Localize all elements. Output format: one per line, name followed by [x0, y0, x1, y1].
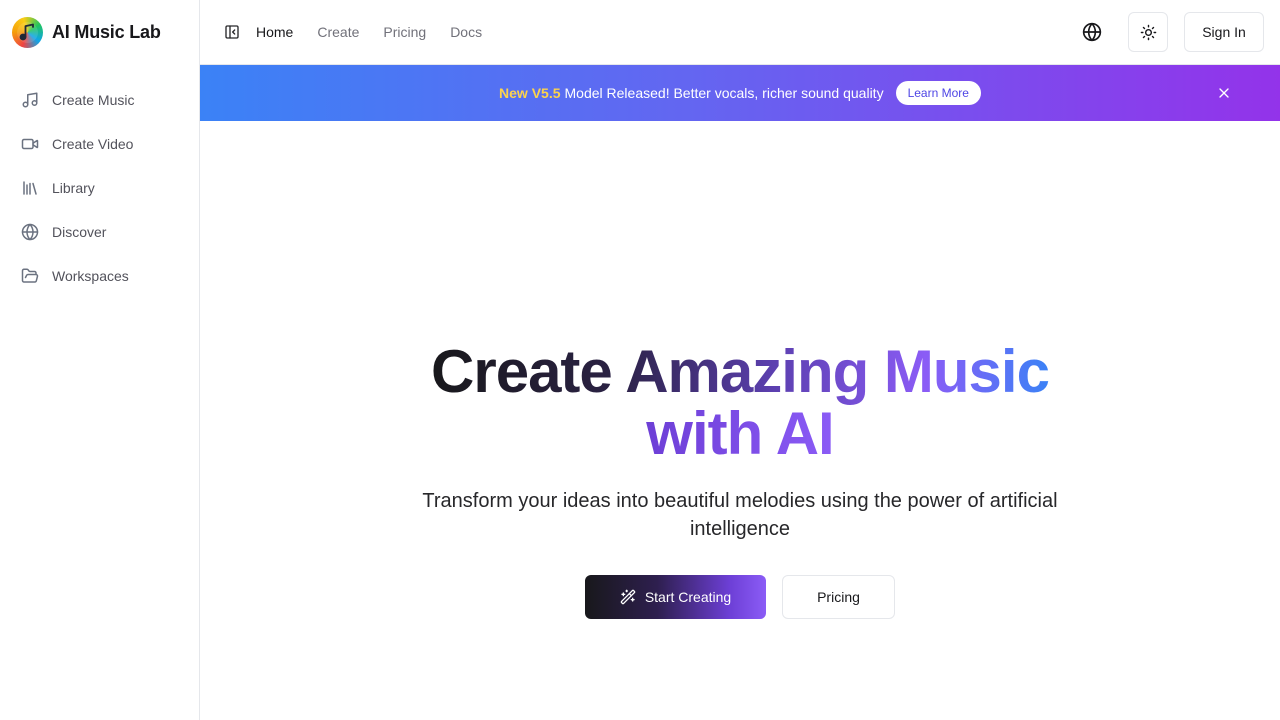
brand-name: AI Music Lab: [52, 21, 161, 42]
brand[interactable]: AI Music Lab: [12, 16, 161, 48]
nav-link-docs[interactable]: Docs: [450, 24, 482, 40]
globe-icon: [1082, 22, 1102, 42]
sign-in-button[interactable]: Sign In: [1184, 12, 1264, 52]
pricing-button[interactable]: Pricing: [782, 575, 895, 619]
close-icon[interactable]: [1216, 85, 1232, 101]
hero-section: Create Amazing Music with AI Transform y…: [200, 121, 1280, 720]
hero-title-line-1: Create Amazing Music: [431, 338, 1050, 405]
sidebar-toggle-icon[interactable]: [222, 22, 242, 42]
sidebar-item-label: Discover: [52, 224, 107, 240]
banner-message: New V5.5 Model Released! Better vocals, …: [499, 81, 981, 105]
theme-toggle-button[interactable]: [1128, 12, 1168, 52]
nav-link-create[interactable]: Create: [317, 24, 359, 40]
music-note-icon: [20, 90, 40, 110]
hero-subtitle: Transform your ideas into beautiful melo…: [422, 490, 1058, 540]
sidebar-item-label: Library: [52, 180, 95, 196]
learn-more-button[interactable]: Learn More: [895, 81, 981, 105]
nav-link-home[interactable]: Home: [256, 24, 293, 40]
sidebar-item-label: Workspaces: [52, 268, 129, 284]
cta-row: Start Creating Pricing: [200, 575, 1280, 619]
sidebar: AI Music Lab Create Music Create Video L…: [0, 0, 200, 720]
nav-link-pricing[interactable]: Pricing: [383, 24, 426, 40]
sidebar-item-create-music[interactable]: Create Music: [8, 78, 192, 122]
banner-highlight: New V5.5: [499, 85, 561, 101]
top-bar: Home Create Pricing Docs Sign In: [200, 0, 1280, 65]
magic-wand-icon: [620, 589, 636, 605]
brand-logo-icon: [12, 16, 43, 48]
sidebar-nav: Create Music Create Video Library Discov…: [8, 78, 192, 298]
sun-icon: [1140, 24, 1156, 40]
language-button[interactable]: [1072, 12, 1112, 52]
hero-title: Create Amazing Music with AI: [200, 341, 1280, 465]
globe-icon: [20, 222, 40, 242]
hero-title-line-2: with AI: [646, 400, 834, 467]
sidebar-item-label: Create Music: [52, 92, 135, 108]
library-icon: [20, 178, 40, 198]
sidebar-item-create-video[interactable]: Create Video: [8, 122, 192, 166]
sidebar-item-workspaces[interactable]: Workspaces: [8, 254, 192, 298]
video-camera-icon: [20, 134, 40, 154]
banner-text: Model Released! Better vocals, richer so…: [564, 85, 884, 101]
start-creating-label: Start Creating: [644, 589, 732, 605]
sidebar-item-discover[interactable]: Discover: [8, 210, 192, 254]
sidebar-item-library[interactable]: Library: [8, 166, 192, 210]
announcement-banner: New V5.5 Model Released! Better vocals, …: [200, 65, 1280, 121]
top-nav: Home Create Pricing Docs: [256, 0, 482, 64]
sidebar-item-label: Create Video: [52, 136, 134, 152]
start-creating-button[interactable]: Start Creating: [585, 575, 766, 619]
folder-open-icon: [20, 266, 40, 286]
